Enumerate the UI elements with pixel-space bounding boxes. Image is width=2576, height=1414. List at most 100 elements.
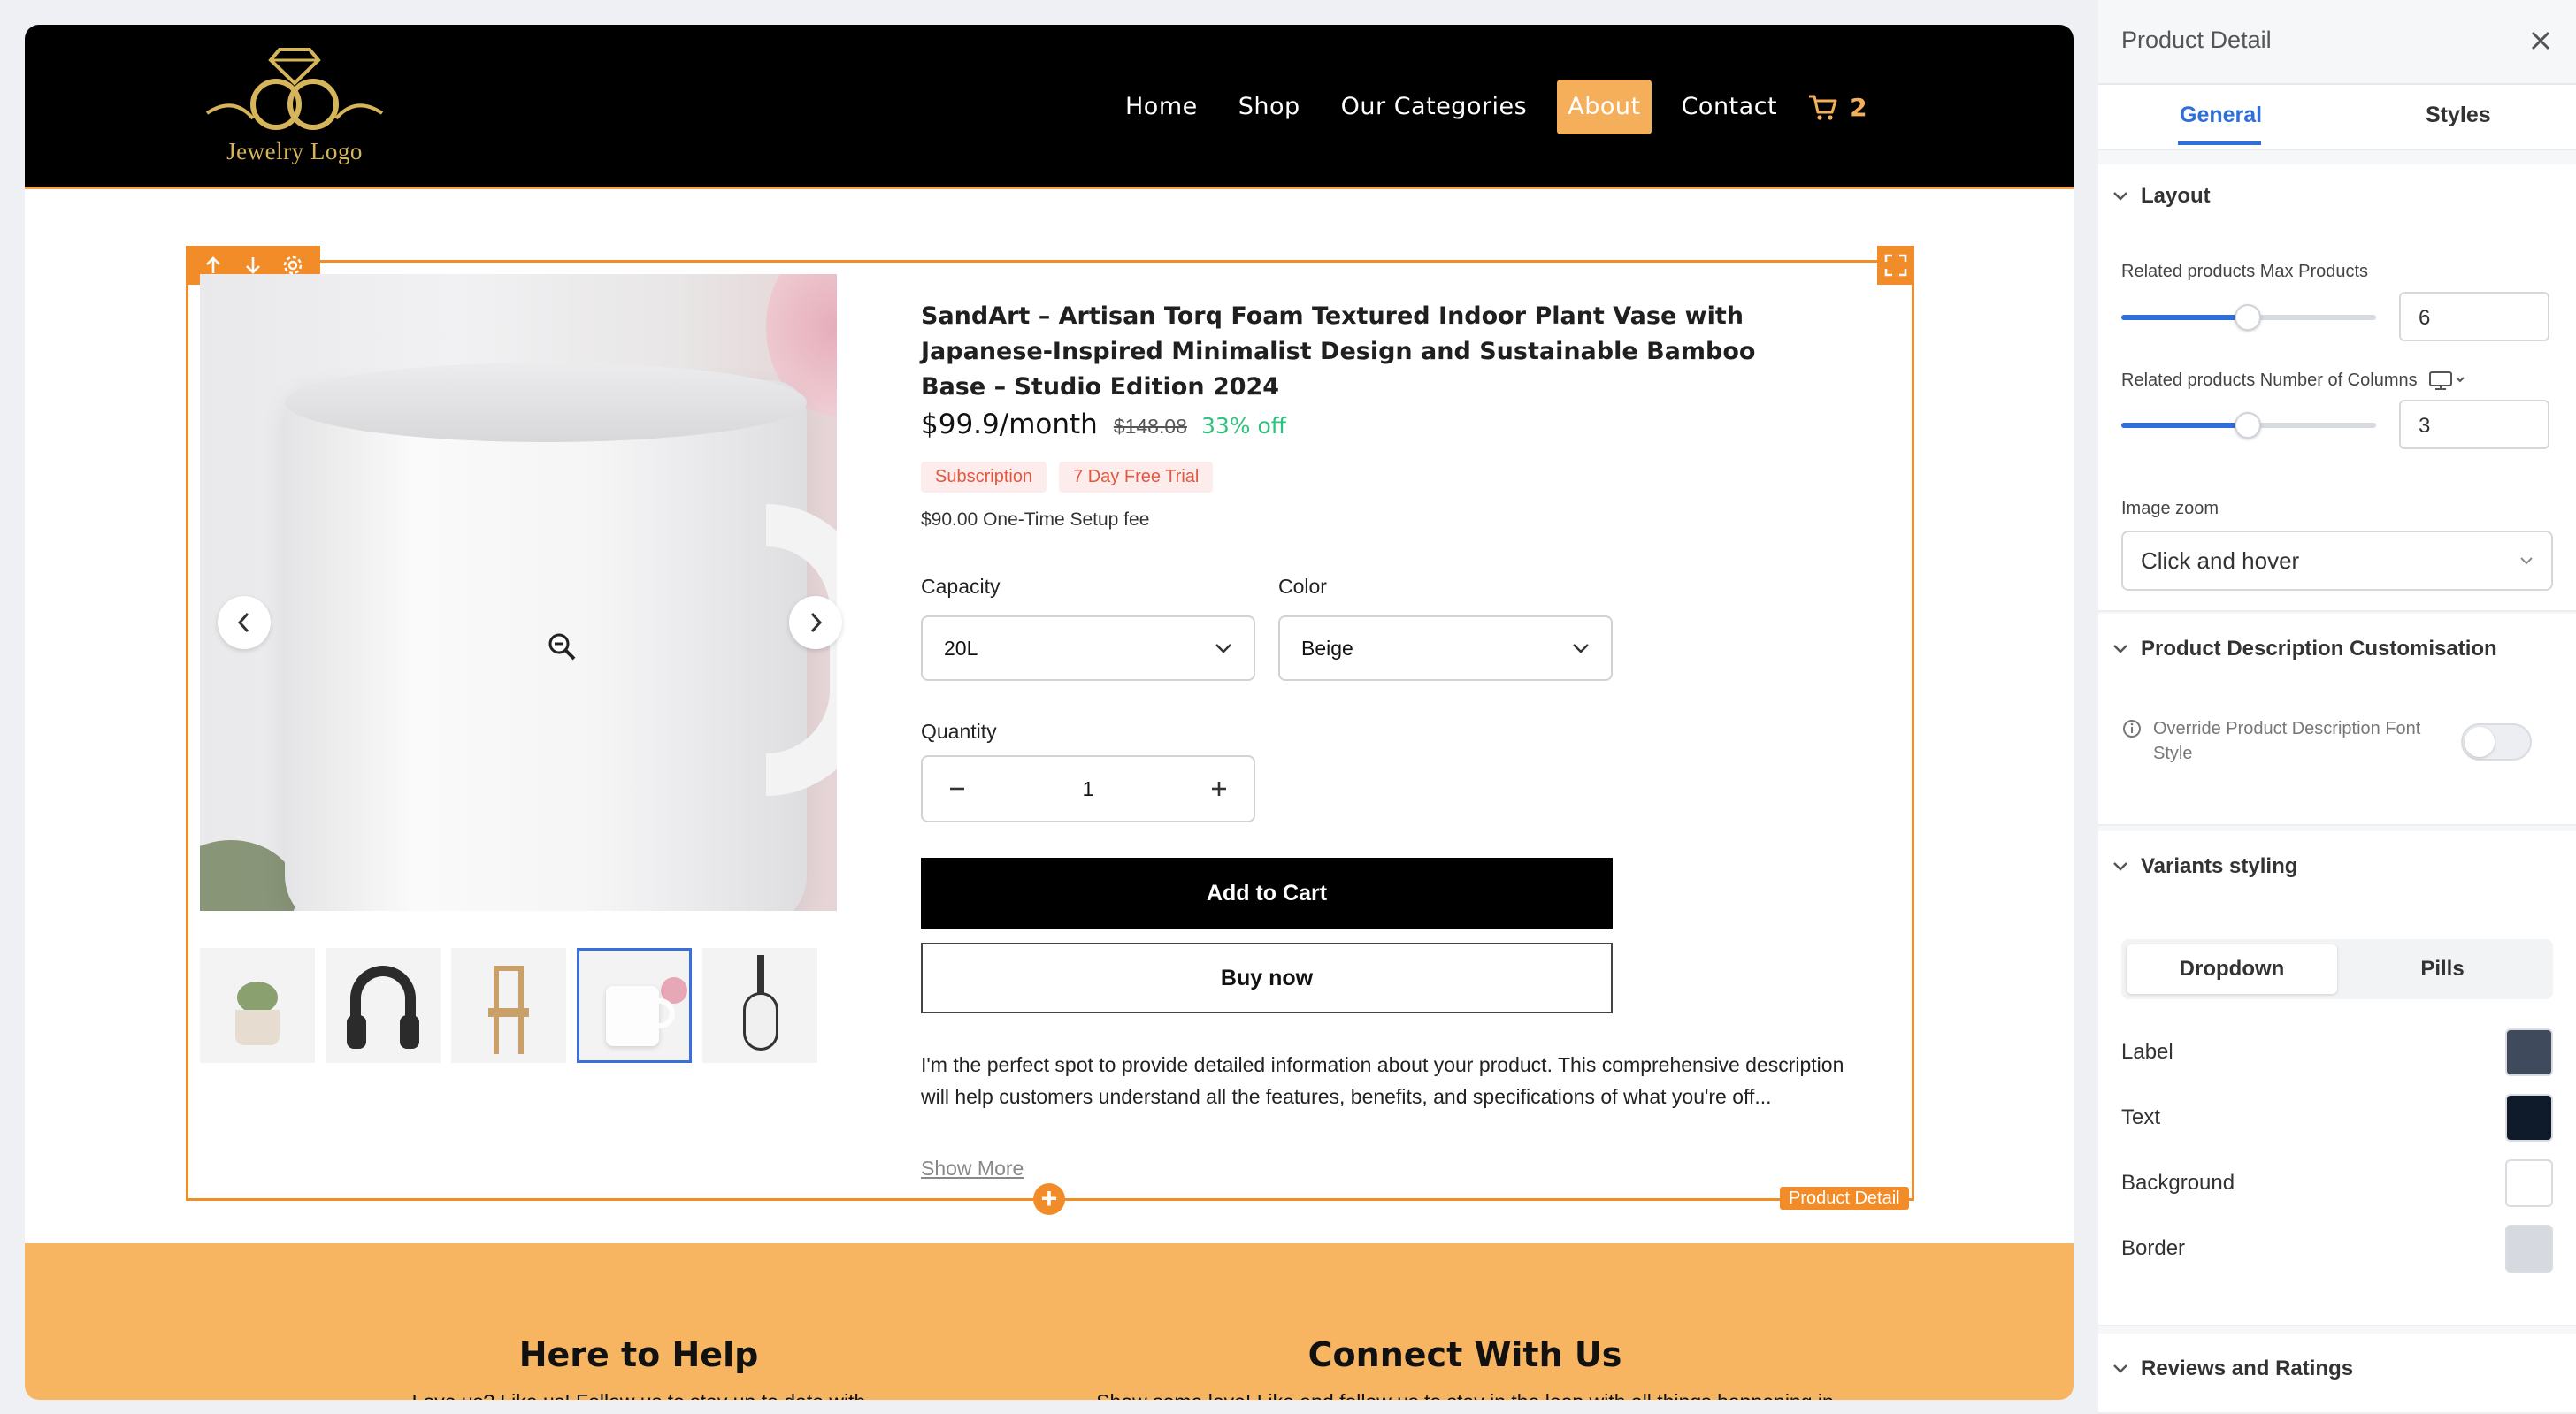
max-products-input[interactable]: 6 xyxy=(2399,292,2549,341)
gallery-prev-button[interactable] xyxy=(218,596,271,649)
variant-dropdown-option[interactable]: Dropdown xyxy=(2127,944,2337,994)
website-preview: Jewelry Logo Home Shop Our Categories Ab… xyxy=(25,25,2074,1400)
text-color-row: Text xyxy=(2121,1093,2553,1143)
product-description: I'm the perfect spot to provide detailed… xyxy=(921,1053,1844,1108)
site-header: Jewelry Logo Home Shop Our Categories Ab… xyxy=(25,25,2074,189)
trial-badge: 7 Day Free Trial xyxy=(1059,462,1214,493)
thumbnail-headphones[interactable] xyxy=(326,948,441,1063)
site-footer: Here to Help Love us? Like us! Follow us… xyxy=(25,1243,2074,1400)
layout-section-title: Layout xyxy=(2141,184,2211,208)
panel-tabs: General Styles xyxy=(2098,85,2576,150)
zoom-out-icon[interactable] xyxy=(547,631,577,661)
reviews-section: Reviews and Ratings xyxy=(2098,1334,2576,1414)
thumbnail-guitar[interactable] xyxy=(702,948,817,1063)
chevron-down-icon xyxy=(2113,862,2128,871)
site-logo[interactable]: Jewelry Logo xyxy=(198,42,391,172)
image-zoom-value: Click and hover xyxy=(2141,546,2300,574)
nav-our-categories[interactable]: Our Categories xyxy=(1330,80,1538,134)
chevron-down-icon xyxy=(2113,192,2128,201)
image-zoom-select[interactable]: Click and hover xyxy=(2121,531,2553,591)
tab-styles[interactable]: Styles xyxy=(2426,103,2491,128)
variants-section-title: Variants styling xyxy=(2141,854,2298,878)
quantity-value[interactable]: 1 xyxy=(1083,777,1094,801)
screen: Jewelry Logo Home Shop Our Categories Ab… xyxy=(0,0,2576,1414)
border-color-row: Border xyxy=(2121,1224,2553,1273)
badges: Subscription 7 Day Free Trial xyxy=(921,462,1214,493)
columns-slider-fill xyxy=(2121,423,2249,428)
description-section-header[interactable]: Product Description Customisation xyxy=(2112,637,2497,661)
mug-handle-shape xyxy=(766,504,837,796)
label-color-row: Label xyxy=(2121,1028,2553,1077)
color-value: Beige xyxy=(1301,636,1353,660)
chevron-down-icon xyxy=(2520,557,2533,565)
layout-section-header[interactable]: Layout xyxy=(2112,184,2211,209)
color-select[interactable]: Beige xyxy=(1278,615,1613,681)
variants-section-header[interactable]: Variants styling xyxy=(2112,854,2297,879)
buy-now-button[interactable]: Buy now xyxy=(921,943,1613,1013)
panel-header: Product Detail xyxy=(2098,0,2576,85)
text-color-label: Text xyxy=(2121,1105,2161,1129)
columns-slider-handle[interactable] xyxy=(2235,412,2261,439)
gallery-next-button[interactable] xyxy=(789,596,842,649)
max-products-label: Related products Max Products xyxy=(2121,262,2369,281)
logo-text: Jewelry Logo xyxy=(226,138,363,164)
border-color-swatch[interactable] xyxy=(2505,1225,2553,1273)
cart-button[interactable]: 2 xyxy=(1807,93,1867,122)
mug-shape xyxy=(285,380,807,911)
thumbnail-chair[interactable] xyxy=(451,948,566,1063)
text-color-swatch[interactable] xyxy=(2505,1094,2553,1142)
chevron-right-icon xyxy=(810,612,823,633)
info-icon xyxy=(2123,720,2141,738)
nav-home[interactable]: Home xyxy=(1115,80,1208,134)
max-products-slider-fill xyxy=(2121,315,2249,320)
columns-input[interactable]: 3 xyxy=(2399,400,2549,449)
nav-about[interactable]: About xyxy=(1557,80,1652,134)
color-label: Color xyxy=(1278,575,1327,598)
label-color-swatch[interactable] xyxy=(2505,1028,2553,1076)
panel-title: Product Detail xyxy=(2121,27,2272,53)
minus-icon[interactable] xyxy=(947,779,967,799)
footer-connect-text: Show some love! Like and follow us to st… xyxy=(1067,1390,1863,1400)
product-main-image[interactable] xyxy=(200,274,837,911)
tab-general[interactable]: General xyxy=(2180,103,2262,128)
columns-label: Related products Number of Columns xyxy=(2121,370,2418,390)
close-icon[interactable] xyxy=(2525,25,2557,57)
fullscreen-icon[interactable] xyxy=(1877,246,1914,285)
border-color-label: Border xyxy=(2121,1236,2186,1260)
setup-fee: $90.00 One-Time Setup fee xyxy=(921,509,1150,530)
settings-panel: Product Detail General Styles Layout Rel… xyxy=(2098,0,2576,1414)
variant-pills-option[interactable]: Pills xyxy=(2337,944,2548,994)
product-price: $99.9/month xyxy=(921,409,1098,440)
chevron-down-icon xyxy=(2113,645,2128,653)
leaf-shape xyxy=(200,840,297,911)
show-more-link[interactable]: Show More xyxy=(921,1157,1024,1181)
chevron-down-icon xyxy=(1215,644,1231,653)
capacity-select[interactable]: 20L xyxy=(921,615,1255,681)
active-tab-indicator xyxy=(2178,141,2261,145)
main-nav: Home Shop Our Categories About Contact 2 xyxy=(1115,80,1867,134)
max-products-slider-handle[interactable] xyxy=(2235,304,2261,331)
columns-label-row: Related products Number of Columns xyxy=(2121,370,2467,391)
thumbnail-strip xyxy=(200,948,837,1066)
add-to-cart-button[interactable]: Add to Cart xyxy=(921,858,1613,929)
variant-style-toggle: Dropdown Pills xyxy=(2121,939,2553,999)
quantity-label: Quantity xyxy=(921,720,997,743)
footer-help: Here to Help Love us? Like us! Follow us… xyxy=(373,1335,904,1400)
thumbnail-plant[interactable] xyxy=(200,948,315,1063)
image-zoom-label: Image zoom xyxy=(2121,499,2220,518)
background-color-swatch[interactable] xyxy=(2505,1159,2553,1207)
add-block-button[interactable]: + xyxy=(1033,1183,1065,1215)
discount-label: 33% off xyxy=(1200,413,1286,439)
reviews-section-header[interactable]: Reviews and Ratings xyxy=(2112,1357,2353,1381)
cart-icon xyxy=(1809,95,1837,120)
override-font-toggle[interactable] xyxy=(2461,723,2532,761)
desktop-device-icon[interactable] xyxy=(2428,370,2467,391)
subscription-badge: Subscription xyxy=(921,462,1047,493)
original-price: $148.08 xyxy=(1113,415,1187,438)
quantity-stepper: 1 xyxy=(921,755,1255,822)
thumbnail-mug[interactable] xyxy=(577,948,692,1063)
plus-icon[interactable] xyxy=(1209,779,1229,799)
nav-contact[interactable]: Contact xyxy=(1671,80,1789,134)
nav-shop[interactable]: Shop xyxy=(1228,80,1311,134)
description-section-title: Product Description Customisation xyxy=(2141,637,2497,661)
